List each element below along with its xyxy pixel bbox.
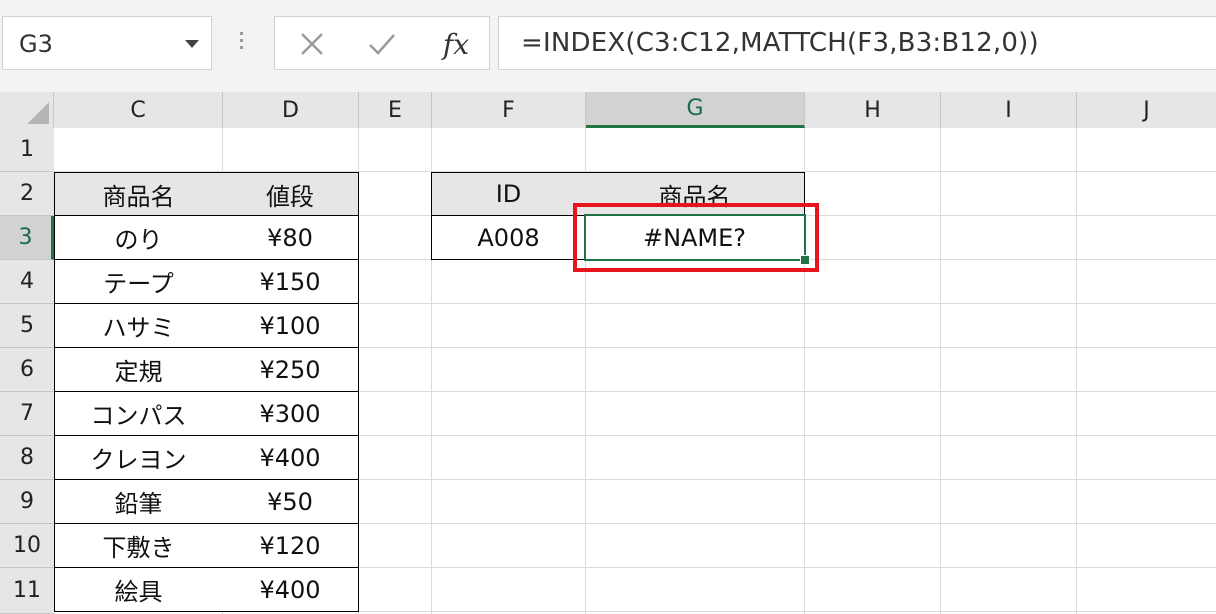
row-header-8[interactable]: 8 [0, 436, 54, 480]
row-header-6[interactable]: 6 [0, 348, 54, 392]
column-header-d[interactable]: D [223, 92, 359, 128]
product-name-cell[interactable]: テープ [54, 260, 223, 304]
column-header-j[interactable]: J [1077, 92, 1216, 128]
product-price-cell[interactable]: ¥150 [222, 260, 359, 304]
formula-buttons: fx [274, 16, 490, 70]
column-header-g[interactable]: G [586, 92, 805, 128]
row-header-2[interactable]: 2 [0, 172, 54, 216]
product-name-cell[interactable]: 定規 [54, 348, 223, 392]
error-highlight-box [573, 203, 819, 272]
name-box[interactable]: G3 [2, 16, 212, 70]
product-name-cell[interactable]: のり [54, 216, 223, 260]
product-price-cell[interactable]: ¥300 [222, 392, 359, 436]
grid-line [1076, 128, 1077, 614]
product-price-cell[interactable]: ¥80 [222, 216, 359, 260]
product-price-cell[interactable]: ¥120 [222, 524, 359, 568]
column-header-h[interactable]: H [805, 92, 941, 128]
select-all-corner[interactable] [0, 92, 54, 128]
product-price-cell[interactable]: ¥100 [222, 304, 359, 348]
formula-toolbar: G3 fx =INDEX(C3:C12,MATTCH(F3,B3:B12,0)) [0, 0, 1216, 92]
product-price-cell[interactable]: ¥400 [222, 436, 359, 480]
cancel-icon[interactable] [287, 17, 337, 71]
name-box-value: G3 [19, 30, 53, 58]
product-price-cell[interactable]: ¥250 [222, 348, 359, 392]
column-header-i[interactable]: I [941, 92, 1077, 128]
lookup-header-id[interactable]: ID [431, 172, 586, 216]
product-name-cell[interactable]: 下敷き [54, 524, 223, 568]
product-price-cell[interactable]: ¥400 [222, 568, 359, 612]
fx-label: fx [442, 27, 470, 61]
product-header-price[interactable]: 値段 [222, 172, 359, 216]
column-header-c[interactable]: C [54, 92, 223, 128]
product-name-cell[interactable]: クレヨン [54, 436, 223, 480]
column-header-e[interactable]: E [359, 92, 432, 128]
formula-input[interactable]: =INDEX(C3:C12,MATTCH(F3,B3:B12,0)) [498, 16, 1216, 70]
lookup-id-cell[interactable]: A008 [431, 216, 586, 260]
column-header-f[interactable]: F [432, 92, 586, 128]
row-header-10[interactable]: 10 [0, 524, 54, 568]
product-name-cell[interactable]: ハサミ [54, 304, 223, 348]
grid-line [940, 128, 941, 614]
chevron-down-icon[interactable] [185, 40, 199, 48]
product-price-cell[interactable]: ¥50 [222, 480, 359, 524]
row-header-9[interactable]: 9 [0, 480, 54, 524]
product-header-name[interactable]: 商品名 [54, 172, 223, 216]
insert-function-button[interactable]: fx [431, 17, 481, 71]
grip-handle-icon[interactable] [240, 32, 244, 56]
row-header-1[interactable]: 1 [0, 128, 54, 172]
product-name-cell[interactable]: 鉛筆 [54, 480, 223, 524]
row-header-11[interactable]: 11 [0, 568, 54, 614]
row-header-4[interactable]: 4 [0, 260, 54, 304]
formula-text: =INDEX(C3:C12,MATTCH(F3,B3:B12,0)) [521, 28, 1039, 58]
product-name-cell[interactable]: 絵具 [54, 568, 223, 612]
row-header-5[interactable]: 5 [0, 304, 54, 348]
row-header-7[interactable]: 7 [0, 392, 54, 436]
row-header-3[interactable]: 3 [0, 216, 54, 260]
confirm-check-icon[interactable] [357, 17, 407, 71]
product-name-cell[interactable]: コンパス [54, 392, 223, 436]
